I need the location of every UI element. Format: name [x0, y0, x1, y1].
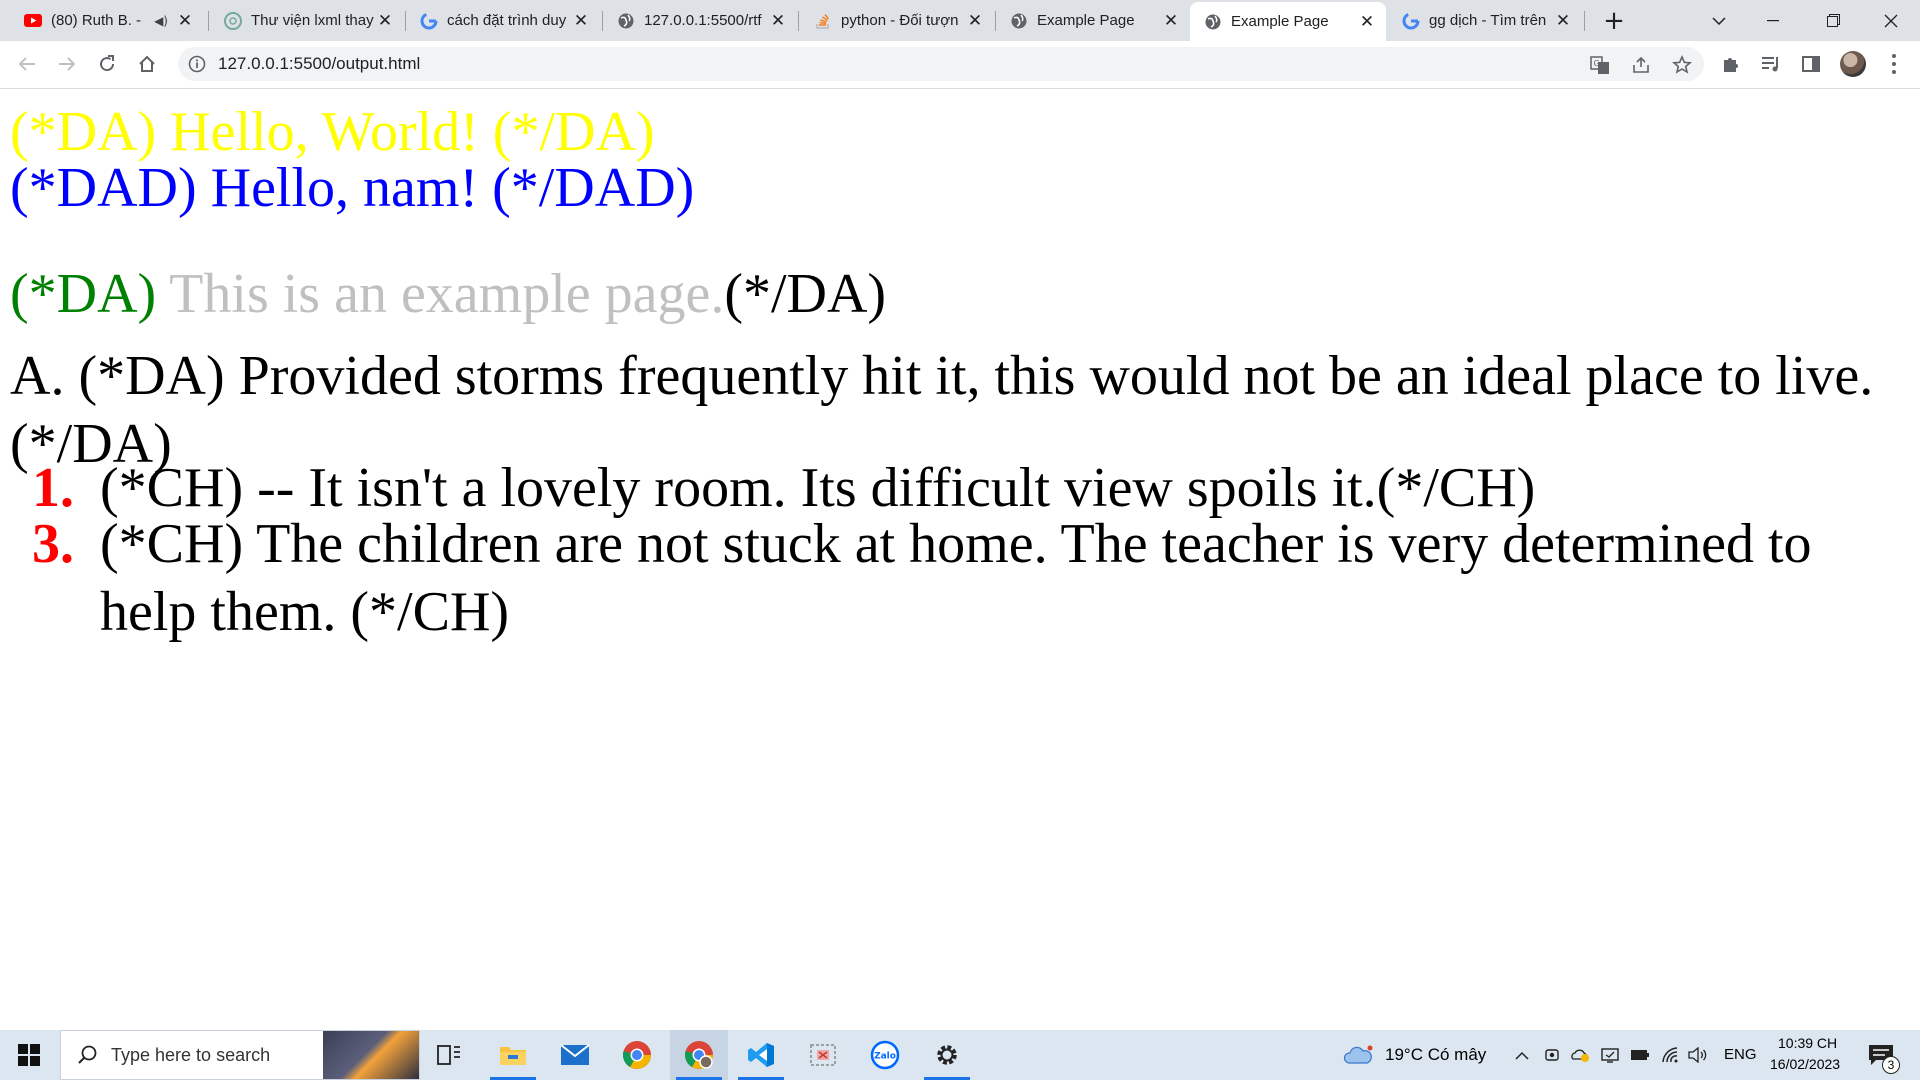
browser-menu-icon[interactable]	[1890, 50, 1898, 78]
close-icon[interactable]: ✕	[1162, 11, 1180, 31]
chrome-profile-icon[interactable]	[670, 1030, 728, 1080]
tab-google-search[interactable]: cách đặt trình duy ✕	[406, 0, 600, 41]
home-button[interactable]	[132, 49, 162, 79]
speaker-icon[interactable]: ◀)	[154, 14, 168, 28]
task-view-icon[interactable]	[420, 1030, 478, 1080]
tab-divider	[208, 11, 209, 31]
tab-chatgpt[interactable]: Thư viện lxml thay ✕	[210, 0, 404, 41]
search-placeholder: Type here to search	[111, 1045, 271, 1065]
tab-youtube[interactable]: (80) Ruth B. - ◀) ✕	[10, 0, 204, 41]
globe-icon	[1204, 13, 1222, 31]
close-icon[interactable]: ✕	[176, 11, 194, 31]
onedrive-warning-icon[interactable]	[1570, 1044, 1590, 1066]
zalo-icon[interactable]: Zalo	[856, 1030, 914, 1080]
tab-title: Thư viện lxml thay	[251, 12, 374, 29]
stackoverflow-icon	[814, 12, 832, 30]
mail-icon[interactable]	[546, 1030, 604, 1080]
volume-icon[interactable]	[1688, 1044, 1708, 1066]
display-settings-icon[interactable]	[1600, 1044, 1620, 1066]
tab-localhost-rtf[interactable]: 127.0.0.1:5500/rtf ✕	[603, 0, 797, 41]
example-page-line: (*DA) This is an example page.(*/DA)	[10, 260, 886, 328]
tab-strip: (80) Ruth B. - ◀) ✕ Thư viện lxml thay ✕…	[0, 0, 1920, 41]
tab-example-page[interactable]: Example Page ✕	[996, 0, 1190, 41]
input-language[interactable]: ENG	[1724, 1046, 1757, 1063]
close-icon[interactable]: ✕	[1358, 12, 1376, 32]
tab-title: Example Page	[1231, 13, 1329, 30]
side-panel-icon[interactable]	[1798, 51, 1824, 77]
google-icon	[1402, 12, 1420, 30]
battery-icon[interactable]	[1630, 1044, 1650, 1066]
tab-google-translate-search[interactable]: gg dịch - Tìm trên ✕	[1388, 0, 1582, 41]
hello-nam-line: (*DAD) Hello, nam! (*/DAD)	[10, 157, 695, 219]
clock-date[interactable]: 16/02/2023	[1770, 1056, 1840, 1072]
tab-stackoverflow[interactable]: python - Đối tượn ✕	[800, 0, 994, 41]
tab-title: 127.0.0.1:5500/rtf	[644, 12, 762, 29]
restore-button[interactable]	[1810, 0, 1856, 41]
windows-start-icon[interactable]	[0, 1030, 58, 1080]
search-icon	[77, 1044, 99, 1066]
weather-cloud-icon[interactable]	[1342, 1044, 1374, 1066]
svg-text:G: G	[1594, 59, 1600, 68]
url-text[interactable]: 127.0.0.1:5500/output.html	[218, 54, 420, 74]
youtube-icon	[24, 12, 42, 30]
tab-title: cách đặt trình duy	[447, 12, 567, 29]
close-tag: (*/DA)	[724, 263, 887, 325]
close-icon[interactable]: ✕	[572, 11, 590, 31]
chrome-icon[interactable]	[608, 1030, 666, 1080]
address-bar[interactable]: 127.0.0.1:5500/output.html G	[178, 47, 1704, 81]
tab-divider	[798, 11, 799, 31]
file-explorer-icon[interactable]	[484, 1030, 542, 1080]
vscode-icon[interactable]	[732, 1030, 790, 1080]
page-content: (*DA) Hello, World! (*/DA) (*DAD) Hello,…	[0, 90, 1920, 1030]
bookmark-star-icon[interactable]	[1672, 55, 1692, 75]
close-icon[interactable]: ✕	[769, 11, 787, 31]
google-icon	[420, 12, 438, 30]
browser-toolbar: 127.0.0.1:5500/output.html G	[0, 41, 1920, 89]
tab-example-page-active[interactable]: Example Page ✕	[1190, 2, 1386, 41]
translate-icon[interactable]: G	[1590, 55, 1610, 75]
extensions-puzzle-icon[interactable]	[1718, 51, 1744, 77]
list-number: 3.	[32, 513, 74, 575]
close-icon[interactable]: ✕	[376, 11, 394, 31]
new-tab-button[interactable]: +	[1600, 7, 1628, 35]
profile-avatar[interactable]	[1840, 51, 1866, 77]
settings-gear-icon[interactable]	[918, 1030, 976, 1080]
svg-text:Zalo: Zalo	[874, 1052, 896, 1062]
reload-button[interactable]	[92, 49, 122, 79]
list-text: (*CH) The children are not stuck at home…	[100, 513, 1812, 643]
forward-button[interactable]	[52, 49, 82, 79]
tab-divider	[1584, 11, 1585, 31]
meet-now-icon[interactable]	[1542, 1044, 1562, 1066]
open-tag: (*DA)	[10, 263, 157, 325]
notification-center-icon[interactable]: 3	[1868, 1044, 1900, 1074]
close-icon[interactable]: ✕	[1554, 11, 1572, 31]
close-icon[interactable]: ✕	[966, 11, 984, 31]
minimize-button[interactable]	[1750, 0, 1796, 41]
taskbar-search-input[interactable]: Type here to search	[60, 1030, 420, 1080]
globe-icon	[1010, 12, 1028, 30]
wifi-icon[interactable]	[1660, 1044, 1680, 1066]
windows-taskbar: Type here to search Zalo 19°C Có mây ENG…	[0, 1030, 1920, 1080]
chatgpt-icon	[224, 11, 242, 30]
example-text: This is an example page.	[156, 263, 725, 325]
share-icon[interactable]	[1631, 55, 1651, 75]
weather-text[interactable]: 19°C Có mây	[1385, 1045, 1486, 1065]
notification-count-badge: 3	[1882, 1056, 1900, 1074]
chevron-up-icon[interactable]	[1512, 1044, 1532, 1066]
site-info-icon[interactable]	[188, 55, 206, 73]
clock-time[interactable]: 10:39 CH	[1778, 1035, 1837, 1051]
tab-title: python - Đối tượn	[841, 12, 959, 29]
tab-search-chevron-icon[interactable]	[1696, 0, 1742, 41]
tab-title: gg dịch - Tìm trên	[1429, 12, 1547, 29]
close-window-button[interactable]	[1868, 0, 1914, 41]
media-controls-icon[interactable]	[1758, 51, 1784, 77]
globe-icon	[617, 12, 635, 30]
tab-title: (80) Ruth B. -	[51, 12, 142, 29]
back-button[interactable]	[12, 49, 42, 79]
tab-title: Example Page	[1037, 12, 1135, 29]
search-highlight-art	[323, 1031, 419, 1079]
snipping-tool-icon[interactable]	[794, 1030, 852, 1080]
